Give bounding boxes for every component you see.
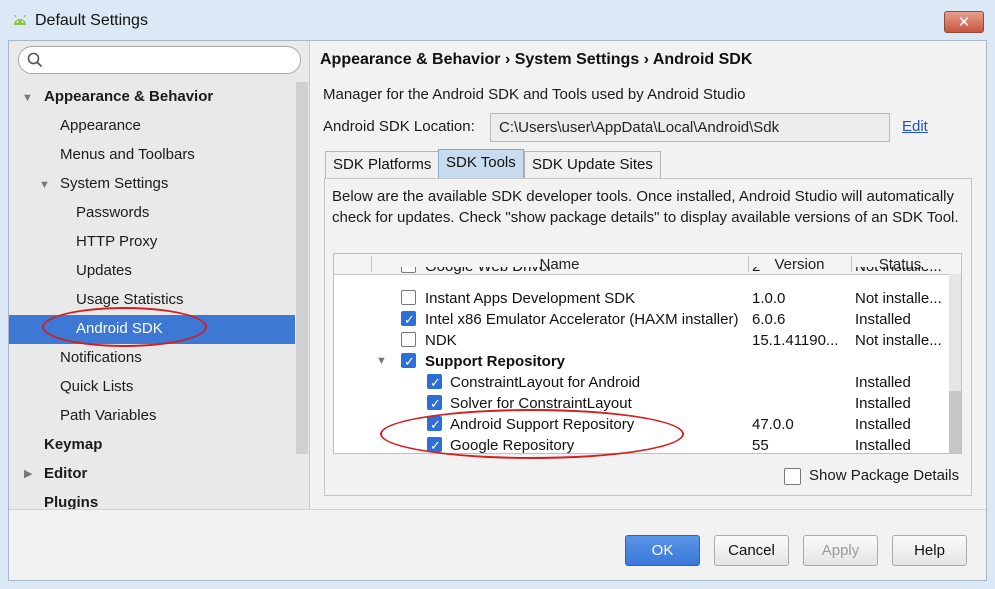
row-version: 1.0.0 [752, 290, 786, 307]
row-name: Solver for ConstraintLayout [450, 395, 632, 412]
tab-sdk-update-sites[interactable]: SDK Update Sites [524, 151, 661, 178]
row-status: Installed [855, 311, 911, 328]
android-studio-icon [14, 14, 26, 25]
table-row-group[interactable]: ▼ Support Repository [334, 351, 949, 372]
row-status: Installed [855, 395, 911, 412]
row-status: Installed [855, 416, 911, 433]
row-name: Google Web Driver [425, 267, 552, 276]
row-version: 6.0.6 [752, 311, 786, 328]
row-checkbox-checked[interactable] [427, 393, 442, 414]
tree-item-path-variables[interactable]: Path Variables [60, 403, 156, 429]
expanded-arrow-icon[interactable]: ▼ [376, 351, 387, 372]
row-status: Installed [855, 374, 911, 391]
close-button[interactable]: ✕ [944, 11, 984, 33]
tree-item-appearance[interactable]: Appearance [60, 113, 141, 139]
tree-item-menus-toolbars[interactable]: Menus and Toolbars [60, 142, 195, 168]
tree-item-editor[interactable]: Editor [44, 461, 87, 487]
sdk-location-label: Android SDK Location: [323, 118, 475, 135]
sdk-tools-table: Name Version Status Google Web Driver 2 … [333, 253, 962, 454]
tree-item-appearance-behavior[interactable]: Appearance & Behavior [44, 84, 213, 110]
table-row[interactable]: Solver for ConstraintLayout Installed [334, 393, 949, 414]
collapsed-arrow-icon[interactable]: ▶ [24, 467, 32, 480]
row-version: 47.0.0 [752, 416, 794, 433]
search-icon [27, 52, 43, 68]
breadcrumb: Appearance & Behavior › System Settings … [320, 51, 753, 68]
tree-item-passwords[interactable]: Passwords [76, 200, 149, 226]
sdk-location-field[interactable]: C:\Users\user\AppData\Local\Android\Sdk [490, 113, 890, 142]
table-row[interactable]: Instant Apps Development SDK 1.0.0 Not i… [334, 288, 949, 309]
table-row[interactable]: Android Support Repository 47.0.0 Instal… [334, 414, 949, 435]
row-version: 2 [752, 267, 848, 276]
cancel-button[interactable]: Cancel [714, 535, 789, 566]
tree-item-http-proxy[interactable]: HTTP Proxy [76, 229, 157, 255]
table-row[interactable]: Intel x86 Emulator Accelerator (HAXM ins… [334, 309, 949, 330]
title-bar[interactable]: Default Settings ✕ [0, 0, 995, 40]
tree-item-updates[interactable]: Updates [76, 258, 132, 284]
row-checkbox-checked[interactable] [427, 372, 442, 393]
expanded-arrow-icon[interactable]: ▼ [22, 92, 33, 104]
tree-item-quick-lists[interactable]: Quick Lists [60, 374, 133, 400]
tree-item-android-sdk[interactable]: Android SDK [76, 316, 163, 342]
row-name: Support Repository [425, 353, 566, 370]
tree-item-system-settings[interactable]: System Settings [60, 171, 168, 197]
tree-item-usage-statistics[interactable]: Usage Statistics [76, 287, 184, 313]
row-name: Instant Apps Development SDK [425, 290, 636, 307]
row-checkbox-checked[interactable] [401, 309, 416, 330]
row-name: Intel x86 Emulator Accelerator (HAXM ins… [425, 311, 739, 328]
show-package-details-checkbox[interactable] [784, 468, 801, 485]
close-icon: ✕ [957, 14, 971, 31]
tree-item-plugins[interactable]: Plugins [44, 490, 98, 509]
row-status: Not installe... [855, 267, 949, 276]
tree-item-notifications[interactable]: Notifications [60, 345, 142, 371]
row-status: Not installe... [855, 332, 942, 349]
row-checkbox-checked[interactable] [401, 351, 416, 372]
tree-item-keymap[interactable]: Keymap [44, 432, 102, 458]
apply-button[interactable]: Apply [803, 535, 878, 566]
help-button[interactable]: Help [892, 535, 967, 566]
row-name: NDK [425, 332, 457, 349]
panel-description: Below are the available SDK developer to… [332, 188, 959, 226]
row-status: Installed [855, 437, 911, 454]
table-row[interactable]: NDK 15.1.41190... Not installe... [334, 330, 949, 351]
tab-sdk-tools[interactable]: SDK Tools [438, 149, 524, 178]
tab-sdk-platforms[interactable]: SDK Platforms [325, 151, 440, 178]
pane-divider[interactable] [309, 41, 310, 509]
edit-location-link[interactable]: Edit [902, 118, 928, 135]
row-name: ConstraintLayout for Android [450, 374, 641, 391]
page-description: Manager for the Android SDK and Tools us… [323, 86, 746, 103]
row-version: 15.1.41190... [752, 332, 839, 349]
row-status: Not installe... [855, 290, 942, 307]
row-checkbox[interactable] [401, 290, 416, 305]
table-row[interactable]: ConstraintLayout for Android Installed [334, 372, 949, 393]
table-row[interactable]: Google Web Driver 2 Not installe... [334, 267, 949, 276]
search-input[interactable] [18, 46, 301, 74]
ok-button[interactable]: OK [625, 535, 700, 566]
tree-scrollbar[interactable] [296, 82, 308, 454]
row-checkbox-checked[interactable] [427, 435, 442, 453]
table-scrollbar-thumb[interactable] [949, 391, 961, 453]
row-checkbox[interactable] [401, 267, 416, 273]
row-checkbox[interactable] [401, 332, 416, 347]
row-name: Android Support Repository [450, 416, 635, 433]
table-row[interactable]: Google Repository 55 Installed [334, 435, 949, 454]
window-title: Default Settings [35, 12, 148, 29]
row-version: 55 [752, 437, 769, 454]
expanded-arrow-icon[interactable]: ▼ [39, 179, 50, 191]
show-package-details-label: Show Package Details [809, 467, 960, 484]
row-name: Google Repository [450, 437, 575, 454]
button-bar-divider [9, 509, 986, 510]
row-checkbox-checked[interactable] [427, 414, 442, 435]
